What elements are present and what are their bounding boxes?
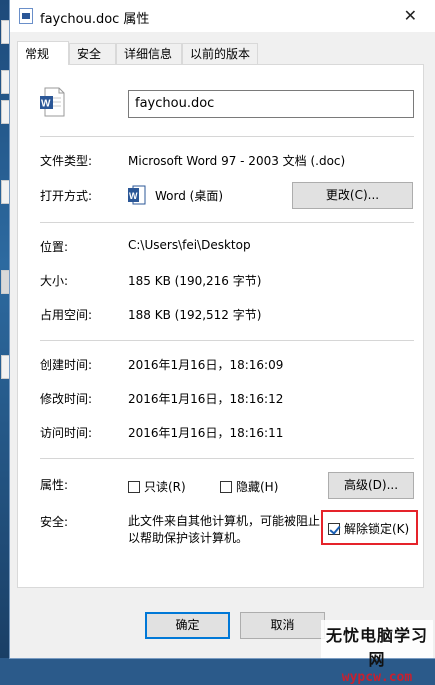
- tab-details[interactable]: 详细信息: [116, 43, 182, 64]
- close-icon[interactable]: ✕: [404, 6, 417, 25]
- open-with-value: Word (桌面): [155, 189, 224, 203]
- security-label: 安全:: [40, 515, 69, 529]
- window-title: faychou.doc 属性: [40, 12, 150, 27]
- readonly-checkbox[interactable]: 只读(R): [128, 478, 186, 495]
- security-message: 此文件来自其他计算机，可能被阻止以帮助保护该计算机。: [128, 514, 321, 545]
- file-name-input[interactable]: faychou.doc: [128, 90, 414, 118]
- modified-label: 修改时间:: [40, 392, 93, 406]
- separator: [40, 136, 414, 137]
- unblock-checkbox-box[interactable]: [328, 522, 340, 535]
- properties-dialog: faychou.doc 属性 ✕ 常规 安全 详细信息 以前的版本 W fayc…: [10, 0, 435, 658]
- file-type-label: 文件类型:: [40, 154, 93, 168]
- separator: [40, 222, 414, 223]
- tab-general[interactable]: 常规: [17, 41, 69, 65]
- unblock-checkbox[interactable]: 解除锁定(K): [328, 520, 409, 537]
- readonly-checkbox-box[interactable]: [128, 480, 140, 493]
- general-panel: W faychou.doc 文件类型: Microsoft Word 97 - …: [17, 64, 424, 588]
- location-value: C:\Users\fei\Desktop: [128, 238, 251, 252]
- cancel-button[interactable]: 取消: [240, 612, 325, 639]
- modified-value: 2016年1月16日，18:16:12: [128, 392, 284, 406]
- size-label: 大小:: [40, 274, 69, 288]
- word-document-icon: W: [40, 87, 65, 117]
- readonly-checkbox-label: 只读(R): [144, 480, 186, 494]
- disk-size-label: 占用空间:: [40, 308, 93, 322]
- tab-previous-versions[interactable]: 以前的版本: [182, 43, 258, 64]
- location-label: 位置:: [40, 240, 69, 254]
- open-with-label: 打开方式:: [40, 189, 93, 203]
- hidden-checkbox-box[interactable]: [220, 480, 232, 493]
- word-app-icon: W: [128, 185, 146, 205]
- separator: [40, 458, 414, 459]
- title-bar: faychou.doc 属性 ✕: [10, 0, 435, 32]
- tab-security[interactable]: 安全: [69, 43, 116, 64]
- accessed-value: 2016年1月16日，18:16:11: [128, 426, 284, 440]
- svg-text:W: W: [41, 99, 51, 110]
- ok-button[interactable]: 确定: [145, 612, 230, 639]
- watermark-url: wypcw.com: [341, 670, 413, 685]
- separator: [40, 340, 414, 341]
- file-type-value: Microsoft Word 97 - 2003 文档 (.doc): [128, 154, 346, 168]
- attributes-label: 属性:: [40, 478, 69, 492]
- site-watermark: 无忧电脑学习网 wypcw.com: [321, 620, 433, 685]
- unblock-checkbox-label: 解除锁定(K): [344, 522, 410, 536]
- size-value: 185 KB (190,216 字节): [128, 274, 262, 288]
- hidden-checkbox[interactable]: 隐藏(H): [220, 478, 278, 495]
- created-value: 2016年1月16日，18:16:09: [128, 358, 284, 372]
- created-label: 创建时间:: [40, 358, 93, 372]
- advanced-button[interactable]: 高级(D)...: [328, 472, 414, 499]
- hidden-checkbox-label: 隐藏(H): [236, 480, 279, 494]
- disk-size-value: 188 KB (192,512 字节): [128, 308, 262, 322]
- svg-text:W: W: [129, 191, 138, 201]
- document-icon: [19, 8, 33, 24]
- watermark-title: 无忧电脑学习网: [325, 626, 428, 669]
- change-button[interactable]: 更改(C)...: [292, 182, 413, 209]
- accessed-label: 访问时间:: [40, 426, 93, 440]
